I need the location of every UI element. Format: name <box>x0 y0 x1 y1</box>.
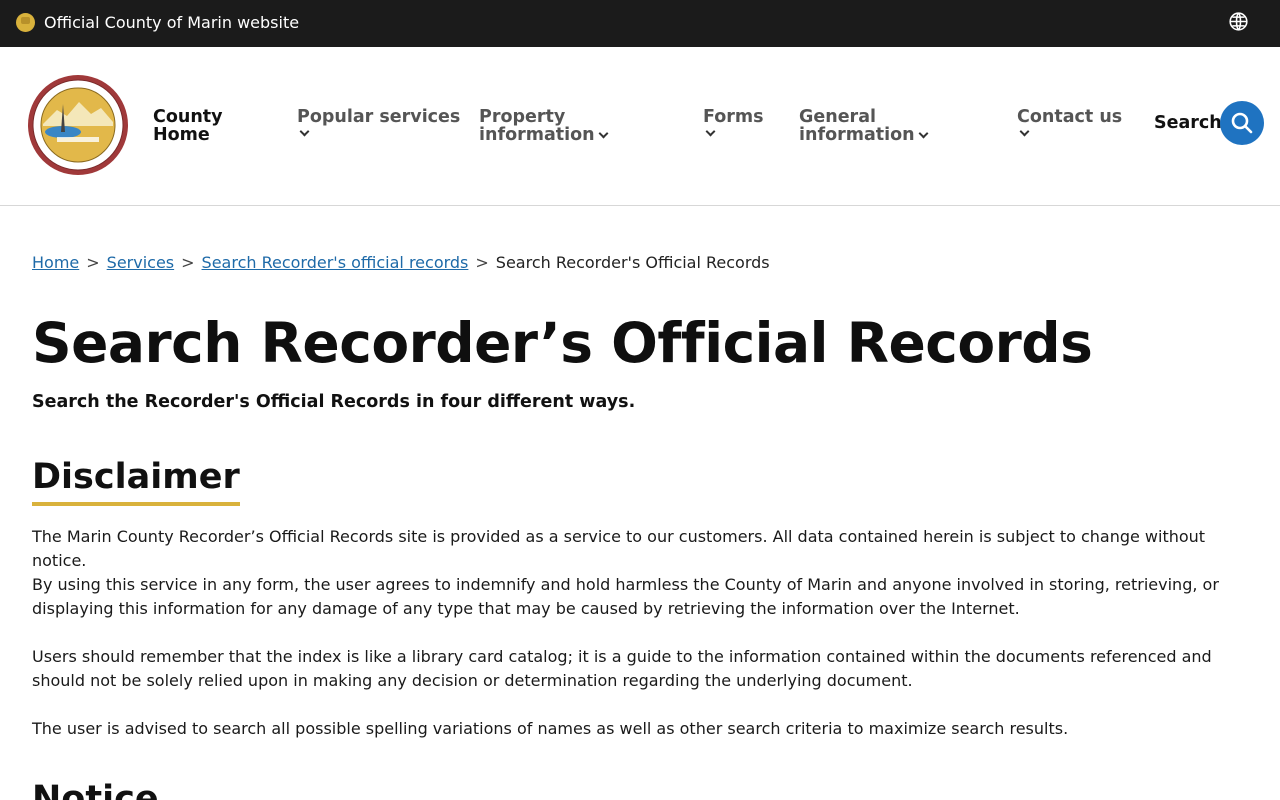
breadcrumb-separator: > <box>86 253 100 272</box>
disclaimer-paragraph: By using this service in any form, the u… <box>32 575 1219 618</box>
nav-popular-services-label: Popular services <box>297 107 461 127</box>
site-header: County Home Popular services Property in… <box>0 47 1280 206</box>
chevron-down-icon <box>705 126 716 137</box>
nav-forms-label: Forms <box>703 107 764 127</box>
nav-forms[interactable]: Forms <box>703 107 764 137</box>
nav-general-information-line1: General <box>799 107 876 127</box>
breadcrumb-current-page: Search Recorder's Official Records <box>495 253 770 272</box>
nav-county-home[interactable]: County Home <box>153 108 223 144</box>
chevron-down-icon <box>918 128 929 139</box>
breadcrumb-separator: > <box>181 253 195 272</box>
disclaimer-heading: Disclaimer <box>32 456 240 506</box>
nav-general-information-line2: information <box>799 125 915 145</box>
chevron-down-icon <box>1019 126 1030 137</box>
chevron-down-icon <box>299 126 310 137</box>
official-site-banner: Official County of Marin website <box>0 0 1280 47</box>
breadcrumb-services-link[interactable]: Services <box>107 253 174 272</box>
official-site-label: Official County of Marin website <box>44 13 300 32</box>
nav-contact-us-label: Contact us <box>1017 107 1123 127</box>
county-assessor-seal-logo[interactable] <box>27 74 129 176</box>
nav-county-home-line2: Home <box>153 125 210 145</box>
page-subtitle: Search the Recorder's Official Records i… <box>32 392 636 412</box>
breadcrumb-search-records-link[interactable]: Search Recorder's official records <box>202 253 469 272</box>
county-seal-icon <box>16 13 35 32</box>
nav-property-information-line2: information <box>479 125 595 145</box>
disclaimer-paragraph: The user is advised to search all possib… <box>32 719 1069 738</box>
breadcrumb-separator: > <box>475 253 489 272</box>
page-title: Search Recorder’s Official Records <box>32 311 1093 375</box>
breadcrumb: Home > Services > Search Recorder's official… <box>32 252 770 274</box>
nav-property-information[interactable]: Property information <box>479 107 609 145</box>
disclaimer-paragraph: The Marin County Recorder’s Official Rec… <box>32 527 1206 570</box>
nav-general-information[interactable]: General information <box>799 107 929 145</box>
breadcrumb-home-link[interactable]: Home <box>32 253 79 272</box>
search-button[interactable] <box>1220 101 1264 145</box>
nav-county-home-line1: County <box>153 107 223 127</box>
search-icon <box>1231 112 1253 134</box>
nav-popular-services[interactable]: Popular services <box>297 107 461 137</box>
notice-heading: Notice <box>32 779 159 800</box>
nav-property-information-line1: Property <box>479 107 566 127</box>
disclaimer-paragraph: Users should remember that the index is … <box>32 647 1212 690</box>
globe-icon[interactable] <box>1228 11 1249 32</box>
chevron-down-icon <box>598 128 609 139</box>
nav-contact-us[interactable]: Contact us <box>1017 107 1123 137</box>
search-label[interactable]: Search <box>1154 112 1222 134</box>
